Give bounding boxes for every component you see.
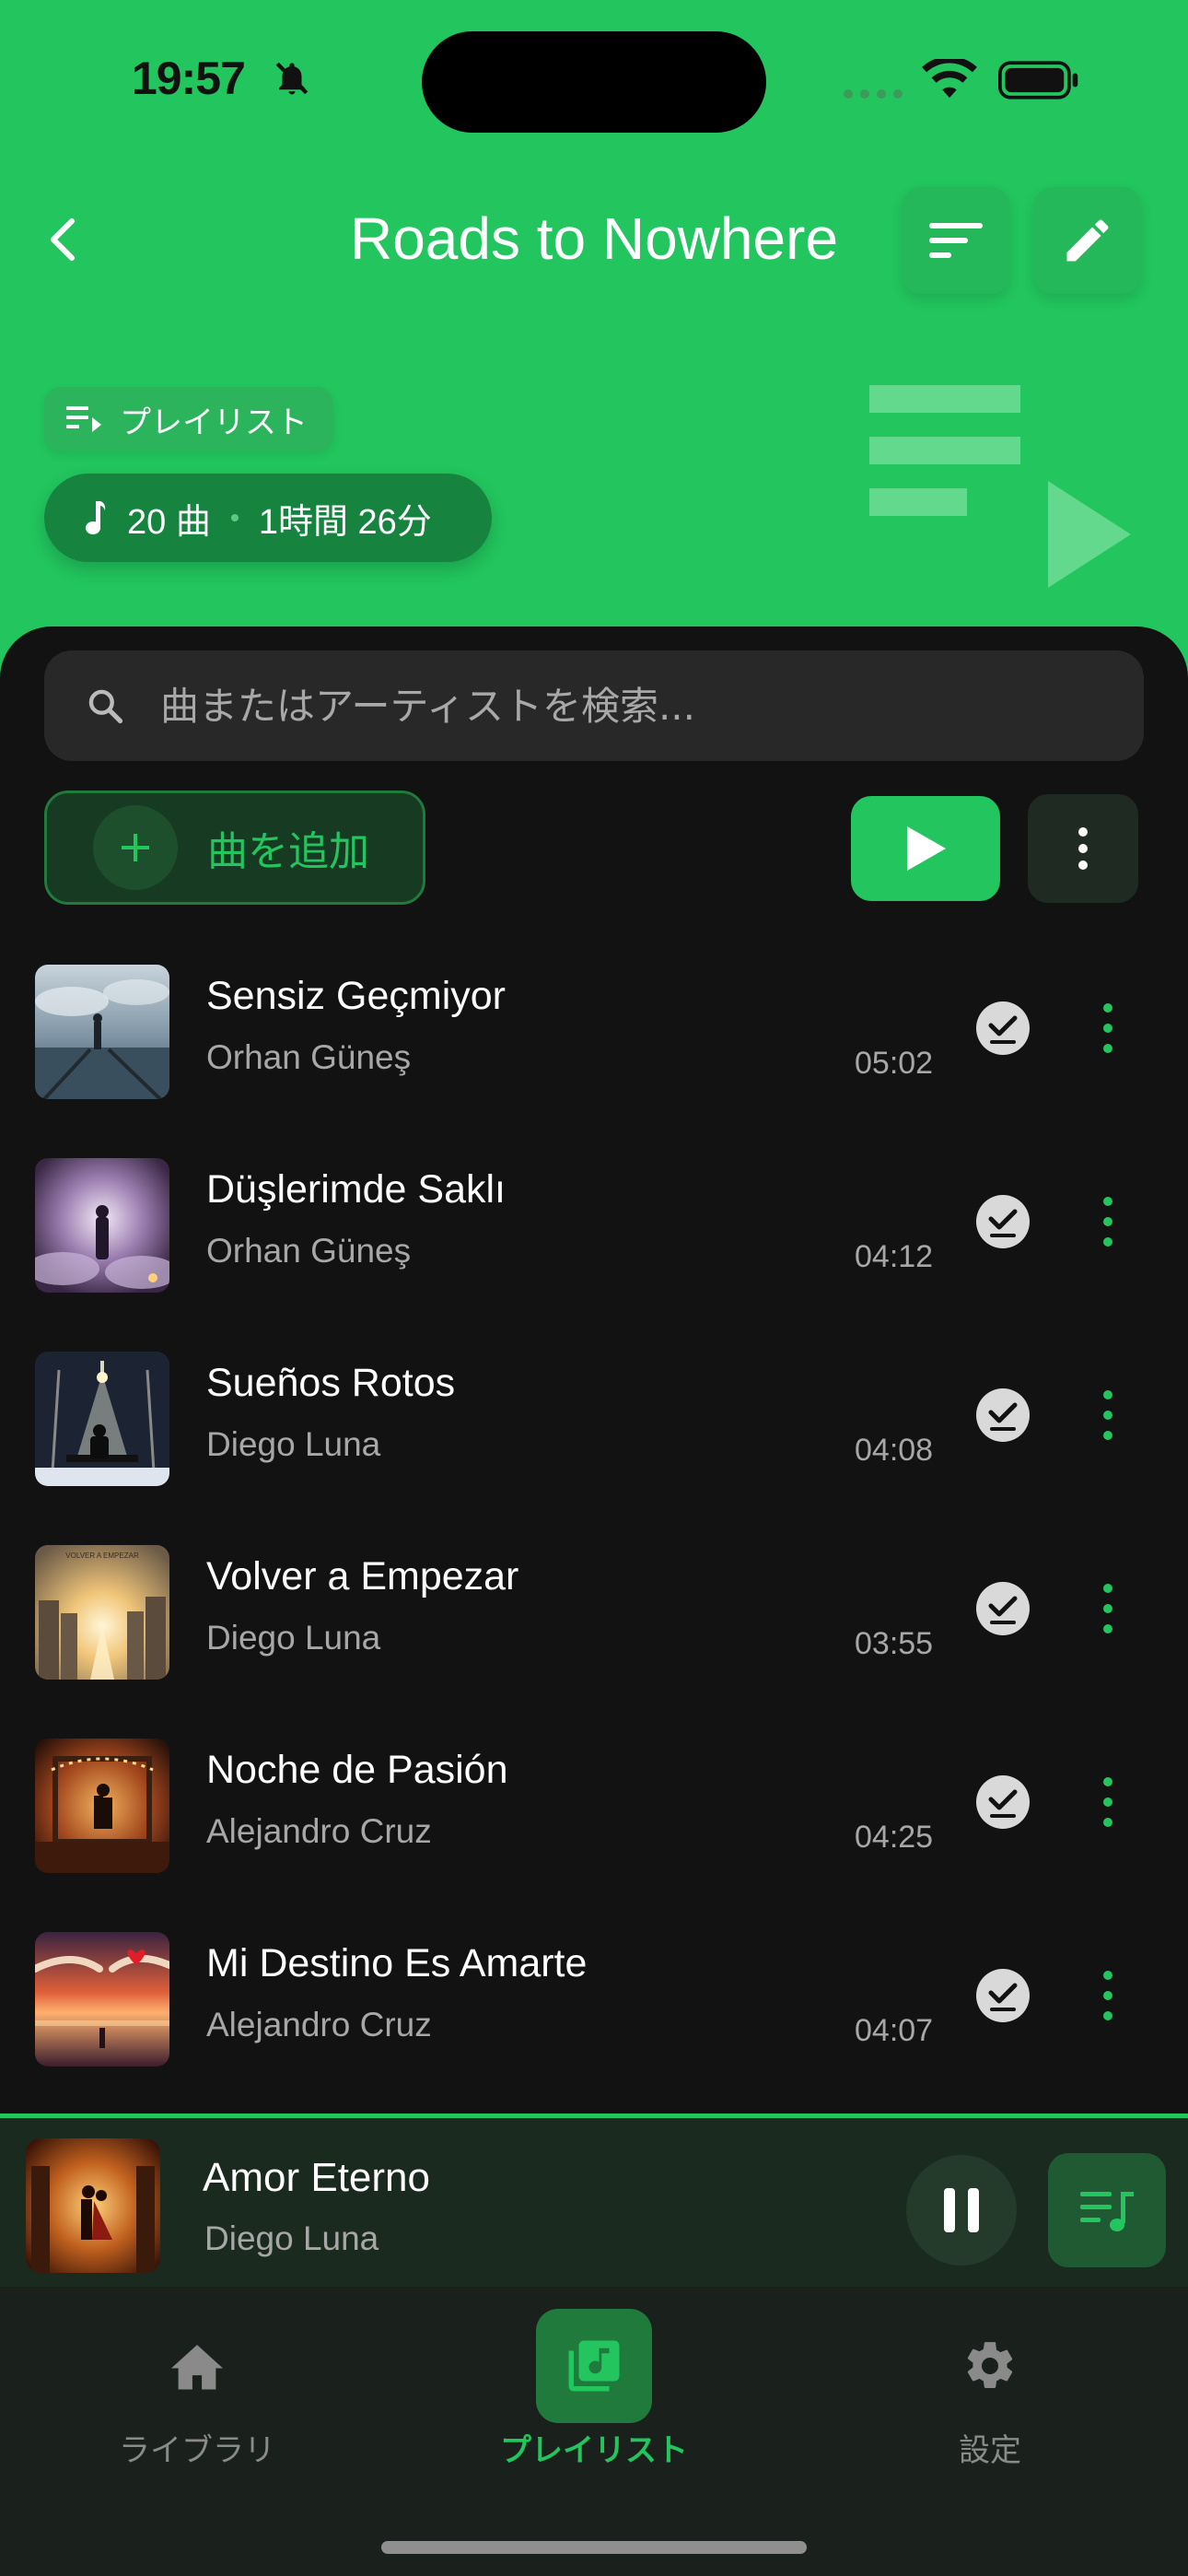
cellular-icon	[844, 87, 910, 103]
downloaded-icon[interactable]	[974, 1387, 1031, 1444]
pencil-icon	[1066, 219, 1109, 262]
status-time: 19:57	[132, 53, 246, 104]
search-icon	[88, 689, 123, 724]
tab-library[interactable]: ライブラリ	[45, 2287, 349, 2508]
track-row[interactable]: Sensiz Geçmiyor Orhan Güneş 05:02	[0, 954, 1188, 1147]
playlist-type-badge: プレイリスト	[44, 387, 333, 451]
tab-library-label: ライブラリ	[119, 2432, 275, 2469]
playlist-icon	[536, 2309, 652, 2423]
now-playing-artist: Diego Luna	[204, 2219, 379, 2257]
track-artist: Alejandro Cruz	[206, 1812, 432, 1850]
mini-player[interactable]: Amor Eterno Diego Luna	[0, 2113, 1188, 2287]
more-vertical-icon	[1078, 827, 1088, 870]
album-art	[35, 1739, 169, 1873]
track-list: Sensiz Geçmiyor Orhan Güneş 05:02 Düşler…	[0, 954, 1188, 2114]
sort-icon	[929, 223, 983, 258]
track-row[interactable]: Noche de Pasión Alejandro Cruz 04:25	[0, 1727, 1188, 1921]
track-more-icon[interactable]	[1087, 1576, 1129, 1641]
total-duration: 1時間 26分	[258, 502, 432, 542]
track-title: Mi Destino Es Amarte	[206, 1941, 588, 1985]
track-title: Noche de Pasión	[206, 1748, 508, 1792]
track-count: 20 曲	[127, 502, 211, 542]
track-more-icon[interactable]	[1087, 1189, 1129, 1254]
downloaded-icon[interactable]	[974, 1000, 1031, 1057]
downloaded-icon[interactable]	[974, 1967, 1031, 2024]
track-artist: Orhan Güneş	[206, 1232, 412, 1270]
track-row[interactable]: Sueños Rotos Diego Luna 04:08	[0, 1341, 1188, 1534]
track-more-icon[interactable]	[1087, 1963, 1129, 2028]
queue-button[interactable]	[1048, 2153, 1166, 2267]
album-art	[35, 1158, 169, 1293]
album-art	[35, 1932, 169, 2067]
pause-button[interactable]	[906, 2155, 1017, 2266]
now-playing-art	[26, 2138, 160, 2273]
album-art	[35, 1352, 169, 1486]
status-bar: 19:57	[0, 0, 1188, 157]
tab-settings-label: 設定	[959, 2432, 1021, 2469]
track-row[interactable]: Düşlerimde Saklı Orhan Güneş 04:12	[0, 1147, 1188, 1341]
tab-settings[interactable]: 設定	[838, 2287, 1142, 2508]
playlist-icon	[66, 406, 101, 432]
track-artist: Orhan Güneş	[206, 1038, 412, 1076]
tab-bar: ライブラリ プレイリスト 設定	[0, 2287, 1188, 2576]
track-artist: Diego Luna	[206, 1425, 381, 1463]
track-duration: 04:08	[855, 1433, 934, 1468]
add-song-button[interactable]: 曲を追加	[44, 790, 425, 905]
album-art: VOLVER A EMPEZAR	[35, 1545, 169, 1680]
album-art	[35, 965, 169, 1099]
track-artist: Alejandro Cruz	[206, 2006, 432, 2043]
track-title: Düşlerimde Saklı	[206, 1167, 506, 1212]
track-duration: 03:55	[855, 1626, 934, 1661]
playlist-more-button[interactable]	[1028, 794, 1138, 903]
edit-button[interactable]	[1034, 187, 1141, 294]
playlist-type-label: プレイリスト	[120, 404, 308, 440]
home-indicator	[381, 2541, 807, 2554]
track-row[interactable]: VOLVER A EMPEZAR Volver a Empezar Diego …	[0, 1534, 1188, 1727]
pause-icon	[944, 2188, 979, 2232]
track-artist: Diego Luna	[206, 1619, 381, 1657]
track-duration: 04:07	[855, 2013, 934, 2048]
track-title: Sensiz Geçmiyor	[206, 974, 506, 1018]
track-more-icon[interactable]	[1087, 1383, 1129, 1447]
search-input[interactable]	[158, 682, 1046, 730]
now-playing-title: Amor Eterno	[203, 2155, 430, 2200]
downloaded-icon[interactable]	[974, 1193, 1031, 1250]
track-more-icon[interactable]	[1087, 996, 1129, 1060]
downloaded-icon[interactable]	[974, 1774, 1031, 1831]
track-title: Sueños Rotos	[206, 1361, 456, 1405]
bell-off-icon	[275, 62, 309, 95]
queue-music-icon	[1080, 2192, 1134, 2231]
back-button[interactable]	[28, 203, 101, 276]
battery-icon	[998, 61, 1078, 100]
dynamic-island	[422, 31, 766, 133]
track-duration: 04:12	[855, 1239, 934, 1274]
play-icon	[907, 826, 946, 871]
art-text: VOLVER A EMPEZAR	[65, 1551, 139, 1560]
track-row[interactable]: Mi Destino Es Amarte Alejandro Cruz 04:0…	[0, 1921, 1188, 2114]
gear-icon	[932, 2309, 1048, 2423]
music-note-icon	[86, 501, 106, 534]
track-duration: 05:02	[855, 1046, 934, 1081]
page-title: Roads to Nowhere	[349, 205, 839, 272]
add-song-label: 曲を追加	[207, 829, 369, 874]
track-title: Volver a Empezar	[206, 1554, 519, 1598]
track-duration: 04:25	[855, 1820, 934, 1855]
plus-icon	[93, 805, 178, 890]
play-all-button[interactable]	[851, 796, 1000, 901]
playlist-stats: 20 曲 1時間 26分	[44, 474, 492, 562]
tab-playlist[interactable]: プレイリスト	[442, 2287, 746, 2508]
wifi-icon	[922, 59, 977, 99]
search-bar[interactable]	[44, 650, 1144, 761]
downloaded-icon[interactable]	[974, 1580, 1031, 1637]
track-more-icon[interactable]	[1087, 1770, 1129, 1834]
tab-playlist-label: プレイリスト	[500, 2432, 688, 2469]
playlist-cover-icon	[869, 385, 1131, 588]
home-icon	[139, 2309, 255, 2423]
separator-dot	[230, 514, 239, 521]
sort-button[interactable]	[903, 187, 1009, 294]
